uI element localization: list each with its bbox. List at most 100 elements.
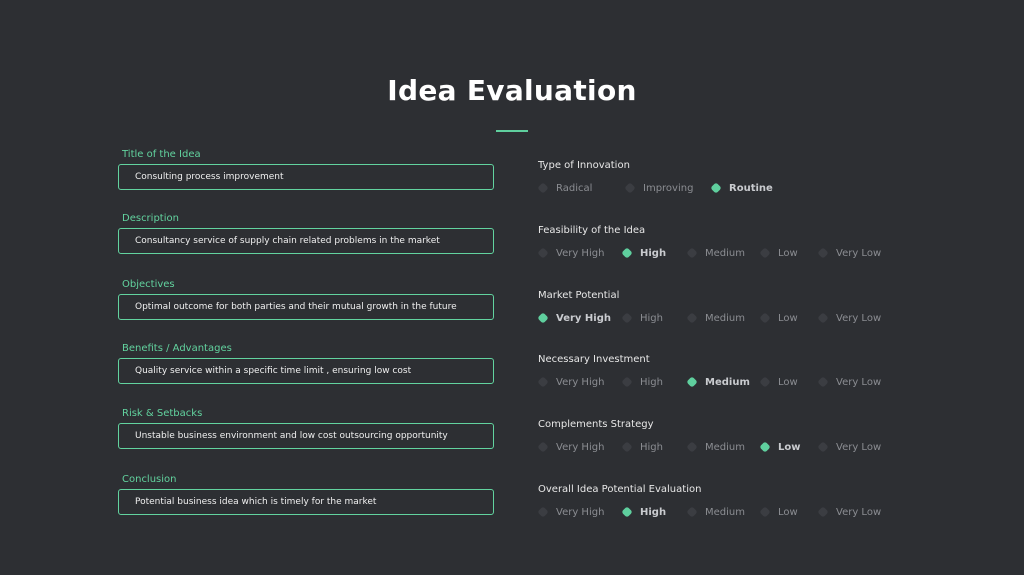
title-underline xyxy=(496,130,528,132)
option-label: Low xyxy=(778,506,798,518)
option-label: Very Low xyxy=(836,247,882,259)
field-title-of-idea: Title of the Idea Consulting process imp… xyxy=(118,148,494,190)
rating-options: Radical Improving Routine xyxy=(537,181,958,195)
diamond-icon xyxy=(817,376,829,388)
option-low[interactable]: Low xyxy=(759,375,798,389)
diamond-icon xyxy=(686,247,698,259)
option-label: High xyxy=(640,441,663,453)
option-label: Radical xyxy=(556,182,593,194)
option-label: Medium xyxy=(705,376,750,388)
option-high[interactable]: High xyxy=(621,375,663,389)
option-low[interactable]: Low xyxy=(759,246,798,260)
field-benefits: Benefits / Advantages Quality service wi… xyxy=(118,342,494,384)
diamond-icon xyxy=(624,182,636,194)
diamond-icon xyxy=(621,376,633,388)
option-label: High xyxy=(640,376,663,388)
rating-label: Type of Innovation xyxy=(538,160,630,171)
field-description: Description Consultancy service of suppl… xyxy=(118,212,494,254)
option-label: Medium xyxy=(705,312,745,324)
diamond-icon xyxy=(759,312,771,324)
option-medium[interactable]: Medium xyxy=(686,505,745,519)
diamond-icon xyxy=(817,506,829,518)
rating-options: Very High High Medium Low Very Low xyxy=(537,311,958,325)
option-very-high[interactable]: Very High xyxy=(537,311,611,325)
option-label: High xyxy=(640,506,667,518)
option-label: Improving xyxy=(643,182,694,194)
field-risk-setbacks: Risk & Setbacks Unstable business enviro… xyxy=(118,407,494,449)
option-low[interactable]: Low xyxy=(759,440,800,454)
option-label: Very High xyxy=(556,312,611,324)
rating-label: Market Potential xyxy=(538,290,620,301)
diamond-icon xyxy=(621,441,633,453)
field-value-box[interactable]: Consultancy service of supply chain rela… xyxy=(118,228,494,254)
option-medium[interactable]: Medium xyxy=(686,311,745,325)
field-conclusion: Conclusion Potential business idea which… xyxy=(118,473,494,515)
rating-label: Overall Idea Potential Evaluation xyxy=(538,484,702,495)
diamond-icon xyxy=(537,376,549,388)
option-label: Very Low xyxy=(836,506,882,518)
field-value-box[interactable]: Optimal outcome for both parties and the… xyxy=(118,294,494,320)
option-high[interactable]: High xyxy=(621,505,667,519)
option-label: Medium xyxy=(705,441,745,453)
option-improving[interactable]: Improving xyxy=(624,181,694,195)
option-label: Low xyxy=(778,247,798,259)
option-radical[interactable]: Radical xyxy=(537,181,593,195)
field-value-box[interactable]: Unstable business environment and low co… xyxy=(118,423,494,449)
option-very-high[interactable]: Very High xyxy=(537,375,605,389)
option-label: Very High xyxy=(556,441,605,453)
option-very-high[interactable]: Very High xyxy=(537,440,605,454)
option-label: High xyxy=(640,247,667,259)
selected-diamond-icon xyxy=(759,441,771,453)
field-label: Title of the Idea xyxy=(122,149,201,160)
option-very-high[interactable]: Very High xyxy=(537,246,605,260)
option-very-low[interactable]: Very Low xyxy=(817,505,882,519)
rating-options: Very High High Medium Low Very Low xyxy=(537,246,958,260)
option-very-low[interactable]: Very Low xyxy=(817,246,882,260)
field-value-box[interactable]: Quality service within a specific time l… xyxy=(118,358,494,384)
rating-label: Necessary Investment xyxy=(538,354,650,365)
option-very-low[interactable]: Very Low xyxy=(817,375,882,389)
option-label: Very High xyxy=(556,376,605,388)
option-routine[interactable]: Routine xyxy=(710,181,773,195)
selected-diamond-icon xyxy=(621,506,633,518)
rating-feasibility: Feasibility of the Idea Very High High Med… xyxy=(537,224,958,260)
diamond-icon xyxy=(537,247,549,259)
option-label: Medium xyxy=(705,506,745,518)
option-label: Very Low xyxy=(836,376,882,388)
field-objectives: Objectives Optimal outcome for both part… xyxy=(118,278,494,320)
diamond-icon xyxy=(621,312,633,324)
rating-options: Very High High Medium Low Very Low xyxy=(537,440,958,454)
diamond-icon xyxy=(759,506,771,518)
option-medium[interactable]: Medium xyxy=(686,375,750,389)
diamond-icon xyxy=(686,312,698,324)
selected-diamond-icon xyxy=(710,182,722,194)
option-medium[interactable]: Medium xyxy=(686,246,745,260)
diamond-icon xyxy=(817,441,829,453)
option-label: Medium xyxy=(705,247,745,259)
option-very-low[interactable]: Very Low xyxy=(817,311,882,325)
option-very-high[interactable]: Very High xyxy=(537,505,604,519)
option-label: Very High xyxy=(556,247,605,259)
diamond-icon xyxy=(537,441,549,453)
option-high[interactable]: High xyxy=(621,440,663,454)
field-value-box[interactable]: Potential business idea which is timely … xyxy=(118,489,494,515)
diamond-icon xyxy=(817,312,829,324)
option-label: Very Low xyxy=(836,312,882,324)
option-very-low[interactable]: Very Low xyxy=(817,440,882,454)
field-label: Risk & Setbacks xyxy=(122,408,203,419)
field-value-box[interactable]: Consulting process improvement xyxy=(118,164,494,190)
diamond-icon xyxy=(537,182,549,194)
rating-options: Very High High Medium Low Very Low xyxy=(537,505,958,519)
option-low[interactable]: Low xyxy=(759,311,798,325)
option-label: Low xyxy=(778,312,798,324)
rating-necessary-investment: Necessary Investment Very High High Medium… xyxy=(537,353,958,389)
rating-overall-potential: Overall Idea Potential Evaluation Very H… xyxy=(537,483,958,519)
option-medium[interactable]: Medium xyxy=(686,440,745,454)
option-label: High xyxy=(640,312,663,324)
option-high[interactable]: High xyxy=(621,311,663,325)
option-low[interactable]: Low xyxy=(759,505,798,519)
selected-diamond-icon xyxy=(686,376,698,388)
field-label: Conclusion xyxy=(122,474,177,485)
option-high[interactable]: High xyxy=(621,246,667,260)
option-label: Very Low xyxy=(836,441,882,453)
